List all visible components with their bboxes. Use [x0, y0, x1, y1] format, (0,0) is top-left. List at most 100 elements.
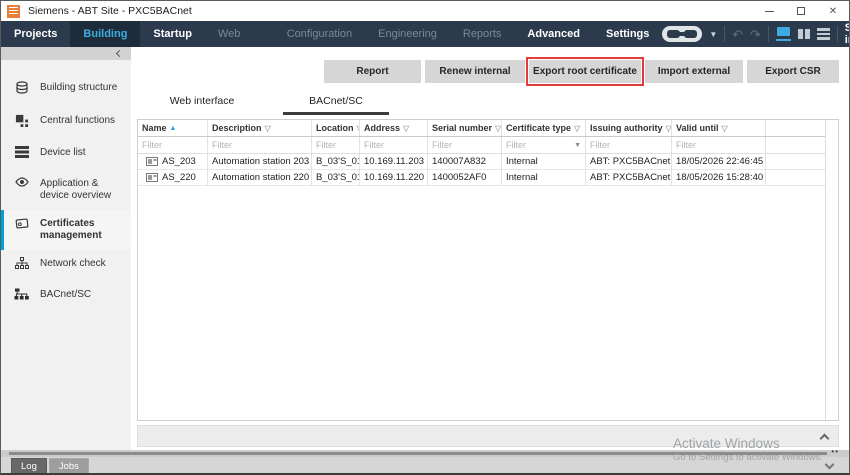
- chevron-up-icon[interactable]: [820, 434, 830, 444]
- filter-placeholder: Filter: [506, 140, 526, 150]
- menu-item-building[interactable]: Building: [70, 21, 140, 47]
- filter-input-certificate-type[interactable]: Filter ▼: [502, 137, 586, 153]
- close-button[interactable]: ✕: [817, 1, 849, 21]
- list-view-icon[interactable]: [817, 28, 830, 40]
- report-button[interactable]: Report: [324, 60, 421, 83]
- vertical-scrollbar[interactable]: [825, 120, 838, 420]
- column-header-description[interactable]: Description▽: [208, 120, 312, 136]
- sign-in-menu[interactable]: Sign in ▼: [845, 22, 850, 46]
- menu-item-reports[interactable]: Reports: [450, 21, 515, 47]
- menu-item-settings[interactable]: Settings: [593, 21, 662, 47]
- filter-input-valid-until[interactable]: Filter: [672, 137, 766, 153]
- column-label: Certificate type: [506, 123, 571, 133]
- single-view-icon[interactable]: [776, 27, 791, 41]
- sign-in-label: Sign in: [845, 22, 850, 46]
- cell-issuing: ABT: PXC5BACnet: [586, 154, 672, 169]
- sort-icon: ▽: [722, 124, 728, 133]
- column-header-address[interactable]: Address▽: [360, 120, 428, 136]
- split-view-icon[interactable]: [798, 29, 810, 39]
- filter-placeholder: Filter: [316, 140, 336, 150]
- splitter-handle[interactable]: [9, 452, 827, 455]
- filter-dropdown-caret-icon[interactable]: ▼: [574, 142, 581, 149]
- cell-cert_type: Internal: [502, 154, 586, 169]
- certificates-panel: Name▲Description▽Location▽Address▽Serial…: [137, 119, 839, 421]
- sidebar-collapse-button[interactable]: [1, 47, 131, 60]
- menu-item-web-interface[interactable]: Web Interface: [205, 21, 274, 47]
- cell-empty: [766, 154, 825, 169]
- table-header-row: Name▲Description▽Location▽Address▽Serial…: [138, 120, 825, 137]
- menu-item-projects[interactable]: Projects: [1, 21, 70, 47]
- column-label: Name: [142, 123, 167, 133]
- connection-dropdown-caret-icon[interactable]: ▼: [709, 30, 717, 39]
- sort-ascending-icon: ▲: [170, 125, 177, 132]
- undo-icon[interactable]: ↶: [732, 28, 743, 41]
- table-row-as-220[interactable]: AS_220Automation station 220B_03'S_0110.…: [138, 170, 825, 186]
- tab-bacnet-sc[interactable]: BACnet/SC: [283, 95, 389, 115]
- renew-internal-button[interactable]: Renew internal: [425, 60, 525, 83]
- import-external-button[interactable]: Import external: [645, 60, 743, 83]
- window-title: Siemens - ABT Site - PXC5BACnet: [28, 5, 192, 17]
- cell-description: Automation station 203: [208, 154, 312, 169]
- network-check-icon: [14, 257, 29, 273]
- column-header-location[interactable]: Location▽: [312, 120, 360, 136]
- sidebar-item-label: BACnet/SC: [40, 289, 91, 301]
- table-body: AS_203Automation station 203B_03'S_0110.…: [138, 154, 825, 186]
- sidebar-item-application-device-overview[interactable]: Application & device overview: [1, 170, 131, 210]
- sidebar-item-certificates-management[interactable]: Certificates management: [1, 210, 131, 250]
- cell-name: AS_203: [138, 154, 208, 169]
- sidebar-item-label: Device list: [40, 147, 86, 159]
- column-label: Serial number: [432, 123, 492, 133]
- minimize-button[interactable]: [753, 1, 785, 21]
- filter-input-name[interactable]: Filter: [138, 137, 208, 153]
- cell-cert_type: Internal: [502, 170, 586, 185]
- filter-input-address[interactable]: Filter: [360, 137, 428, 153]
- filter-cell-empty: [766, 137, 825, 153]
- filter-placeholder: Filter: [590, 140, 610, 150]
- filter-input-issuing-authority[interactable]: Filter: [586, 137, 672, 153]
- sort-icon: ▽: [574, 124, 580, 133]
- sidebar-item-building-structure[interactable]: Building structure: [1, 74, 131, 107]
- bottom-tab-log[interactable]: Log: [11, 458, 47, 474]
- tab-web-interface[interactable]: Web interface: [149, 95, 255, 115]
- device-name: AS_203: [162, 156, 196, 167]
- divider: [724, 26, 725, 42]
- sidebar-nav: Building structureCentral functions Devic…: [1, 60, 131, 312]
- column-header-serial-number[interactable]: Serial number▽: [428, 120, 502, 136]
- bottom-tab-bar: LogJobs: [1, 457, 849, 474]
- table-row-as-203[interactable]: AS_203Automation station 203B_03'S_0110.…: [138, 154, 825, 170]
- column-header-certificate-type[interactable]: Certificate type▽: [502, 120, 586, 136]
- siemens-logo-icon: [7, 5, 20, 18]
- column-header-valid-until[interactable]: Valid until▽: [672, 120, 766, 136]
- export-root-certificate-button[interactable]: Export root certificate: [529, 60, 641, 83]
- eye-icon: [14, 177, 29, 191]
- filter-input-description[interactable]: Filter: [208, 137, 312, 153]
- cell-address: 10.169.11.220: [360, 170, 428, 185]
- menu-item-engineering[interactable]: Engineering: [365, 21, 450, 47]
- menu-item-advanced[interactable]: Advanced: [514, 21, 593, 47]
- sidebar-item-bacnet-sc[interactable]: BACnet/SC: [1, 281, 131, 312]
- sidebar-item-label: Application & device overview: [40, 178, 125, 202]
- column-header-issuing-authority[interactable]: Issuing authority▽: [586, 120, 672, 136]
- export-csr-button[interactable]: Export CSR: [747, 60, 839, 83]
- cell-issuing: ABT: PXC5BACnet: [586, 170, 672, 185]
- maximize-button[interactable]: [785, 1, 817, 21]
- toolbar: ReportRenew internalExport root certific…: [324, 60, 839, 83]
- menu-item-startup[interactable]: Startup: [140, 21, 205, 47]
- column-label: Valid until: [676, 123, 719, 133]
- menu-item-configuration[interactable]: Configuration: [274, 21, 365, 47]
- connection-toggle[interactable]: [662, 26, 702, 42]
- filter-input-location[interactable]: Filter: [312, 137, 360, 153]
- bottom-panel-splitter[interactable]: ••: [1, 450, 849, 457]
- cell-serial: 1400052AF0: [428, 170, 502, 185]
- filter-input-serial-number[interactable]: Filter: [428, 137, 502, 153]
- chevron-down-icon[interactable]: [825, 460, 835, 470]
- sidebar-item-device-list[interactable]: Device list: [1, 139, 131, 170]
- filter-placeholder: Filter: [432, 140, 452, 150]
- chevron-left-icon: [116, 50, 123, 57]
- column-header-name[interactable]: Name▲: [138, 120, 208, 136]
- sidebar-item-central-functions[interactable]: Central functions: [1, 107, 131, 139]
- redo-icon[interactable]: ↷: [750, 28, 761, 41]
- divider: [837, 26, 838, 42]
- sidebar-item-network-check[interactable]: Network check: [1, 250, 131, 281]
- bottom-tab-jobs[interactable]: Jobs: [49, 458, 89, 474]
